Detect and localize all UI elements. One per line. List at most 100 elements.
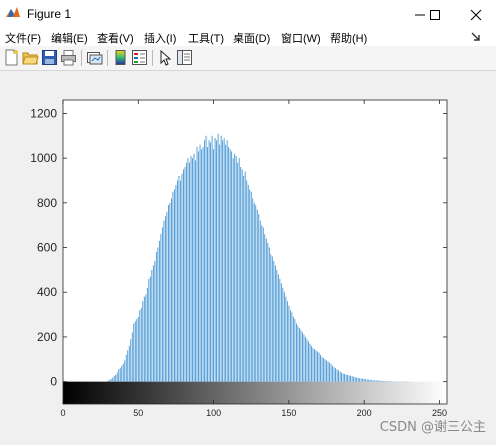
histogram-bar — [306, 339, 308, 382]
matlab-figure-icon — [6, 7, 20, 17]
histogram-bar — [308, 341, 309, 382]
edit-plot-button[interactable] — [157, 49, 174, 66]
x-tick-label: 0 — [60, 408, 65, 418]
toolbar-separator — [107, 50, 108, 66]
histogram-bar — [229, 149, 231, 382]
menu-edit[interactable]: 编辑(E) — [51, 30, 88, 46]
histogram-bar — [112, 377, 114, 382]
histogram-bar — [333, 367, 335, 382]
menu-window[interactable]: 窗口(W) — [281, 30, 321, 46]
histogram-bar — [198, 151, 199, 382]
menu-view[interactable]: 查看(V) — [97, 30, 134, 46]
grayscale-colorbar — [63, 381, 447, 404]
histogram-bar — [286, 301, 288, 382]
toolbar-separator — [81, 50, 82, 66]
histogram-bar — [115, 374, 117, 382]
histogram-bar — [213, 149, 214, 382]
histogram-bar — [223, 138, 225, 382]
x-tick-label: 150 — [281, 408, 296, 418]
histogram-bar — [171, 198, 172, 382]
print-button[interactable] — [60, 49, 77, 66]
histogram-bar — [222, 140, 224, 382]
histogram-bar — [283, 292, 285, 382]
histogram-bar — [342, 373, 344, 382]
close-button[interactable] — [454, 0, 496, 28]
histogram-bar — [317, 351, 318, 382]
histogram-bar — [250, 191, 252, 382]
menu-tools[interactable]: 工具(T) — [188, 30, 224, 46]
histogram-bar — [271, 256, 273, 382]
histogram-bar — [134, 321, 136, 382]
histogram-bar — [253, 202, 255, 382]
menu-file[interactable]: 文件(F) — [5, 30, 41, 46]
histogram-bar — [110, 378, 112, 382]
window-titlebar: Figure 1 — [0, 0, 496, 28]
histogram-bar — [302, 332, 303, 382]
histogram-bar — [327, 361, 329, 382]
histogram-bar — [329, 362, 330, 382]
histogram-bar — [231, 151, 233, 382]
histogram-bar — [143, 296, 145, 382]
histogram-bar — [164, 216, 166, 382]
histogram-bar — [348, 375, 350, 382]
link-plot-button[interactable] — [86, 49, 103, 66]
x-tick-label: 100 — [206, 408, 221, 418]
menu-help[interactable]: 帮助(H) — [330, 30, 367, 46]
histogram-bar — [249, 189, 251, 382]
histogram-bar — [314, 349, 315, 382]
histogram-bar — [324, 359, 326, 382]
menu-insert[interactable]: 插入(I) — [144, 30, 176, 46]
histogram-bar — [204, 140, 205, 382]
histogram-bar — [351, 376, 353, 382]
histogram-bar — [219, 144, 221, 382]
histogram-bar — [321, 357, 323, 382]
x-tick-label: 200 — [357, 408, 372, 418]
histogram-bar — [116, 372, 118, 382]
histogram-bar — [289, 310, 291, 382]
histogram-bar — [208, 140, 210, 382]
histogram-bar — [157, 247, 159, 382]
histogram-bar — [161, 227, 163, 382]
menu-desktop[interactable]: 桌面(D) — [233, 30, 270, 46]
histogram-bar — [109, 379, 111, 382]
histogram-bar — [318, 352, 320, 382]
dock-arrow-icon[interactable] — [470, 31, 482, 43]
histogram-bar — [265, 238, 267, 382]
histogram-bar — [264, 234, 266, 382]
histogram-bar — [336, 369, 338, 382]
histogram-bar — [178, 176, 180, 382]
histogram-bar — [174, 189, 175, 382]
histogram-bar — [124, 360, 126, 382]
histogram-bar — [210, 142, 211, 382]
histogram-bar — [228, 146, 230, 382]
histogram-bar — [335, 368, 336, 382]
histogram-bar — [366, 379, 368, 382]
open-file-button[interactable] — [22, 49, 39, 66]
maximize-icon — [430, 10, 440, 20]
histogram-bar — [291, 312, 293, 382]
histogram-bar — [247, 184, 249, 382]
histogram-bar — [177, 180, 178, 382]
histogram-bar — [217, 133, 219, 382]
property-inspector-button[interactable] — [176, 49, 193, 66]
histogram-bar — [258, 214, 260, 382]
histogram-bar — [270, 254, 272, 382]
histogram-bar — [347, 374, 349, 382]
new-figure-button[interactable] — [3, 49, 20, 66]
colorbar-button[interactable] — [112, 49, 129, 66]
histogram-bar — [365, 379, 367, 382]
y-tick-label: 400 — [37, 285, 57, 299]
save-button[interactable] — [41, 49, 58, 66]
maximize-button[interactable] — [413, 0, 455, 28]
histogram-bar — [279, 278, 281, 382]
watermark-text: CSDN @谢三公主 — [379, 420, 486, 435]
property-inspector-icon — [177, 50, 192, 65]
histogram-bar — [384, 380, 386, 382]
histogram-bar — [168, 205, 169, 382]
histogram-bar — [309, 343, 311, 382]
histogram-bar — [128, 345, 130, 382]
histogram-bar — [183, 169, 184, 382]
histogram-bar — [205, 135, 207, 382]
histogram-bar — [163, 220, 165, 382]
legend-button[interactable] — [131, 49, 148, 66]
